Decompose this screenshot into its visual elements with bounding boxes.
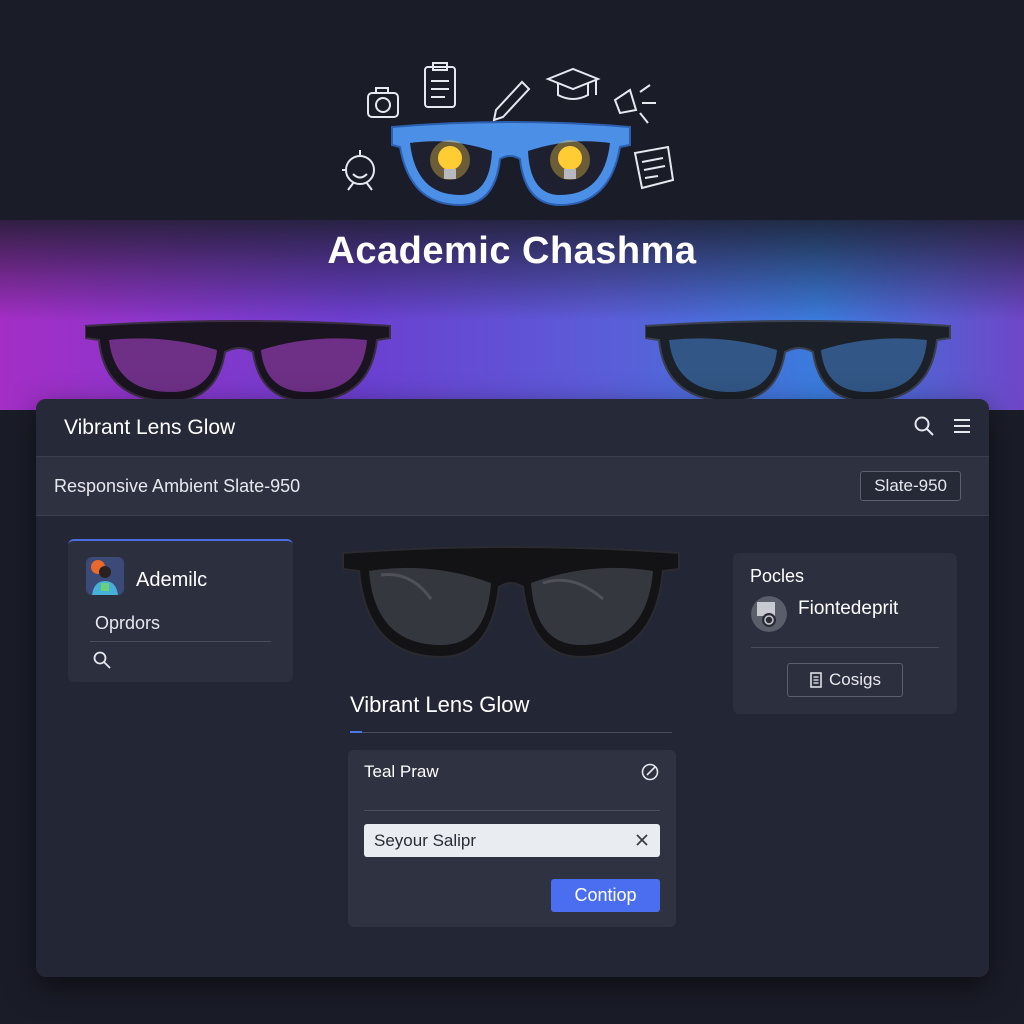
panel-title: Vibrant Lens Glow bbox=[64, 415, 236, 439]
subbar-text: Responsive Ambient Slate-950 bbox=[54, 475, 301, 496]
sub-header-bar: Responsive Ambient Slate-950 Slate-950 bbox=[36, 456, 989, 516]
main-panel: Vibrant Lens Glow Responsive Ambient Sla… bbox=[36, 399, 989, 977]
form-label: Teal Praw bbox=[364, 762, 439, 781]
profile-name: Ademilc bbox=[136, 569, 208, 591]
blue-glasses-image bbox=[645, 320, 951, 403]
sun-face-icon bbox=[342, 150, 375, 191]
search-icon[interactable] bbox=[913, 415, 935, 437]
settings-button[interactable]: Cosigs bbox=[787, 663, 903, 697]
edit-icon[interactable] bbox=[640, 762, 660, 782]
slate-button[interactable]: Slate-950 bbox=[860, 471, 961, 501]
avatar bbox=[751, 596, 787, 632]
bulb-glasses-icon bbox=[391, 121, 631, 207]
clipboard-icon bbox=[424, 62, 456, 108]
card-title: Pocles bbox=[750, 566, 805, 586]
avatar bbox=[86, 557, 124, 595]
input-value: Seyour Salipr bbox=[374, 830, 477, 850]
menu-icon[interactable] bbox=[951, 415, 973, 437]
pencil-icon bbox=[492, 80, 531, 122]
form-card: Teal Praw Seyour Salipr Contiop bbox=[348, 750, 676, 927]
purple-glasses-image bbox=[85, 320, 391, 403]
section-title: Vibrant Lens Glow bbox=[350, 692, 530, 717]
clear-icon[interactable] bbox=[634, 832, 650, 848]
divider bbox=[751, 647, 939, 648]
brand-logo-icon bbox=[342, 62, 675, 207]
panel-header: Vibrant Lens Glow bbox=[36, 399, 989, 456]
search-icon[interactable] bbox=[92, 650, 112, 670]
camera-icon bbox=[367, 87, 399, 118]
divider bbox=[364, 810, 660, 811]
continue-button[interactable]: Contiop bbox=[551, 879, 660, 912]
info-card: Pocles Fiontedeprit Cosigs bbox=[733, 553, 957, 714]
settings-button-label: Cosigs bbox=[829, 670, 881, 689]
profile-subtitle: Oprdors bbox=[95, 613, 161, 633]
brand-title: Academic Chashma bbox=[327, 230, 697, 272]
card-name: Fiontedeprit bbox=[798, 598, 899, 619]
document-icon bbox=[633, 145, 675, 190]
list-icon bbox=[810, 672, 822, 688]
profile-card[interactable]: Ademilc Oprdors bbox=[68, 539, 293, 682]
black-glasses-image bbox=[342, 546, 680, 659]
text-input[interactable]: Seyour Salipr bbox=[364, 824, 660, 857]
divider bbox=[90, 641, 271, 642]
megaphone-icon bbox=[613, 84, 656, 124]
graduation-cap-icon bbox=[545, 67, 601, 100]
section-underline bbox=[350, 731, 672, 733]
